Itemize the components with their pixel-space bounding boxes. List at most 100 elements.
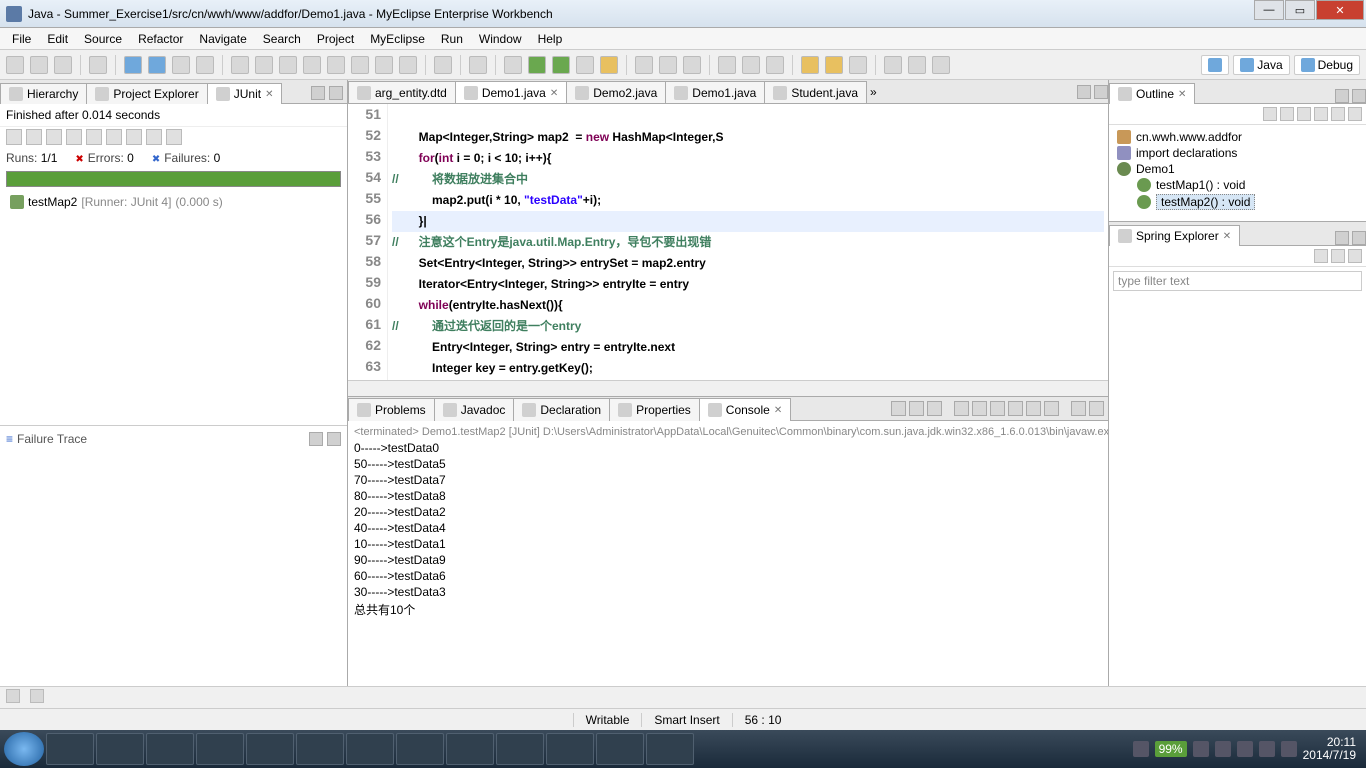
menu-edit[interactable]: Edit	[39, 30, 76, 48]
code-editor[interactable]: 51525354555657585960616263 Map<Integer,S…	[348, 104, 1108, 380]
menu-project[interactable]: Project	[309, 30, 362, 48]
spring-collapse-icon[interactable]	[1314, 249, 1328, 263]
new-pkg-icon[interactable]	[659, 56, 677, 74]
wizard7-icon[interactable]	[375, 56, 393, 74]
tab-outline[interactable]: Outline✕	[1109, 83, 1195, 104]
taskbar-app[interactable]	[46, 733, 94, 765]
battery-indicator[interactable]: 99%	[1155, 741, 1187, 757]
trim-icon[interactable]	[6, 689, 20, 703]
taskbar-app[interactable]	[646, 733, 694, 765]
run-icon[interactable]	[528, 56, 546, 74]
junit-lock-icon[interactable]	[146, 129, 162, 145]
outline-package[interactable]: cn.wwh.www.addfor	[1117, 129, 1358, 145]
outline-method[interactable]: testMap2() : void	[1117, 193, 1358, 211]
minimize-view-icon[interactable]	[1071, 401, 1086, 416]
console-clear-icon[interactable]	[954, 401, 969, 416]
tab-console[interactable]: Console✕	[699, 398, 791, 421]
tray-icon[interactable]	[1215, 741, 1231, 757]
maximize-view-icon[interactable]	[329, 86, 343, 100]
close-tab-icon[interactable]: ✕	[1223, 231, 1231, 242]
tray-icon[interactable]	[1133, 741, 1149, 757]
start-button[interactable]	[4, 732, 44, 766]
tray-icon[interactable]	[1281, 741, 1297, 757]
junit-rerun-icon[interactable]	[66, 129, 82, 145]
taskbar-app[interactable]	[446, 733, 494, 765]
run-ext-icon[interactable]	[552, 56, 570, 74]
console-terminate-icon[interactable]	[891, 401, 906, 416]
close-tab-icon[interactable]: ✕	[1178, 89, 1186, 100]
horizontal-scrollbar[interactable]	[348, 380, 1108, 396]
tray-icon[interactable]	[1259, 741, 1275, 757]
coverage-icon[interactable]	[576, 56, 594, 74]
focus-icon[interactable]	[1348, 107, 1362, 121]
taskbar-app[interactable]	[496, 733, 544, 765]
editor-tab[interactable]: Demo1.java	[665, 81, 765, 104]
spring-filter-input[interactable]: type filter text	[1113, 271, 1362, 291]
maximize-view-icon[interactable]	[1352, 89, 1366, 103]
launch2-icon[interactable]	[196, 56, 214, 74]
junit-test-item[interactable]: testMap2 [Runner: JUnit 4] (0.000 s)	[10, 195, 337, 209]
sort-icon[interactable]	[1263, 107, 1277, 121]
maximize-view-icon[interactable]	[1352, 231, 1366, 245]
debug-bug-icon[interactable]	[504, 56, 522, 74]
spring-sort-icon[interactable]	[1348, 249, 1362, 263]
open-perspective-button[interactable]	[1201, 55, 1229, 75]
console-new-icon[interactable]	[1044, 401, 1059, 416]
console-display-icon[interactable]	[1008, 401, 1023, 416]
tab-project-explorer[interactable]: Project Explorer	[86, 83, 207, 104]
workset2-icon[interactable]	[908, 56, 926, 74]
minimize-view-icon[interactable]	[1335, 231, 1349, 245]
workset-icon[interactable]	[884, 56, 902, 74]
taskbar-app[interactable]	[96, 733, 144, 765]
search-icon[interactable]	[718, 56, 736, 74]
hide-nonpublic-icon[interactable]	[1314, 107, 1328, 121]
new-proj-icon[interactable]	[683, 56, 701, 74]
tab-javadoc[interactable]: Javadoc	[434, 398, 515, 421]
menu-file[interactable]: File	[4, 30, 39, 48]
wizard-icon[interactable]	[231, 56, 249, 74]
close-tab-icon[interactable]: ✕	[774, 405, 782, 416]
wizard3-icon[interactable]	[279, 56, 297, 74]
tab-declaration[interactable]: Declaration	[513, 398, 610, 421]
menu-window[interactable]: Window	[471, 30, 530, 48]
taskbar-app[interactable]	[196, 733, 244, 765]
editor-tab[interactable]: Demo2.java	[566, 81, 666, 104]
console-pin-icon[interactable]	[990, 401, 1005, 416]
taskbar-app[interactable]	[246, 733, 294, 765]
workset3-icon[interactable]	[932, 56, 950, 74]
deploy-icon[interactable]	[124, 56, 142, 74]
menu-myeclipse[interactable]: MyEclipse	[362, 30, 433, 48]
forward-icon[interactable]	[825, 56, 843, 74]
db-icon[interactable]	[469, 56, 487, 74]
tab-spring-explorer[interactable]: Spring Explorer✕	[1109, 225, 1240, 246]
minimize-view-icon[interactable]	[1335, 89, 1349, 103]
junit-prev-fail-icon[interactable]	[26, 129, 42, 145]
perspective-debug[interactable]: Debug	[1294, 55, 1360, 75]
maximize-editor-icon[interactable]	[1094, 85, 1108, 99]
code-area[interactable]: Map<Integer,String> map2 = new HashMap<I…	[388, 104, 1108, 380]
perspective-java[interactable]: Java	[1233, 55, 1289, 75]
wizard2-icon[interactable]	[255, 56, 273, 74]
more-tabs-icon[interactable]: »	[870, 85, 877, 99]
junit-stop-icon[interactable]	[46, 129, 62, 145]
taskbar-app[interactable]	[296, 733, 344, 765]
wizard4-icon[interactable]	[303, 56, 321, 74]
package-icon[interactable]	[434, 56, 452, 74]
editor-tab[interactable]: Student.java	[764, 81, 867, 104]
taskbar-app[interactable]	[546, 733, 594, 765]
print-icon[interactable]	[89, 56, 107, 74]
junit-history-icon[interactable]	[106, 129, 122, 145]
taskbar-app[interactable]	[146, 733, 194, 765]
minimize-button[interactable]: —	[1254, 0, 1284, 20]
junit-next-fail-icon[interactable]	[6, 129, 22, 145]
filter-icon[interactable]	[327, 432, 341, 446]
system-clock[interactable]: 20:11 2014/7/19	[1303, 736, 1362, 762]
junit-pin-icon[interactable]	[126, 129, 142, 145]
tasks-icon[interactable]	[766, 56, 784, 74]
hide-local-icon[interactable]	[1331, 107, 1345, 121]
profile-icon[interactable]	[600, 56, 618, 74]
server-icon[interactable]	[148, 56, 166, 74]
close-button[interactable]: ✕	[1316, 0, 1364, 20]
menu-run[interactable]: Run	[433, 30, 471, 48]
console-remove-icon[interactable]	[909, 401, 924, 416]
